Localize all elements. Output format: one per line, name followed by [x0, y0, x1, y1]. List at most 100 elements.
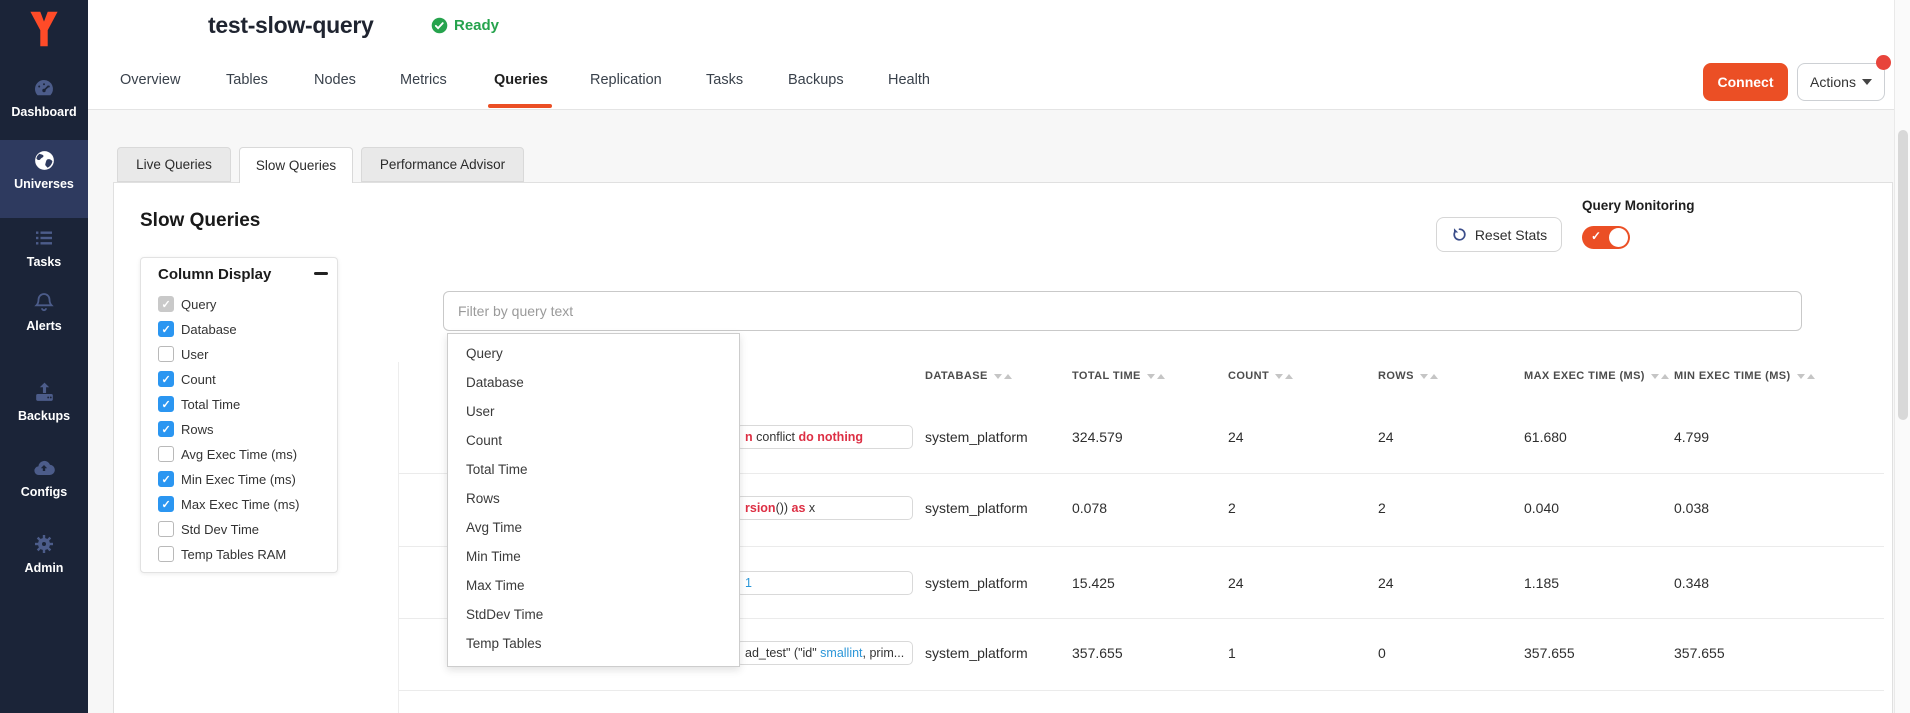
- query-snippet[interactable]: rsion()) as x: [736, 496, 913, 520]
- tab-nodes[interactable]: Nodes: [314, 72, 356, 88]
- column-option-total-time[interactable]: Total Time: [158, 394, 240, 414]
- checkbox-checked[interactable]: [158, 421, 174, 437]
- dropdown-item-user[interactable]: User: [448, 397, 739, 426]
- column-header-total-time[interactable]: TOTAL TIME: [1072, 370, 1165, 382]
- collapse-minus-icon[interactable]: [314, 272, 328, 275]
- cell-database: system_platform: [925, 645, 1028, 661]
- status-badge: Ready: [431, 17, 499, 34]
- column-option-count[interactable]: Count: [158, 369, 216, 389]
- subtab-slow-queries[interactable]: Slow Queries: [239, 147, 353, 183]
- dropdown-item-max-time[interactable]: Max Time: [448, 571, 739, 600]
- column-option-user[interactable]: User: [158, 344, 208, 364]
- column-header-rows[interactable]: ROWS: [1378, 370, 1438, 382]
- cell-database: system_platform: [925, 500, 1028, 516]
- reset-stats-label: Reset Stats: [1475, 227, 1547, 243]
- checkbox-checked[interactable]: [158, 321, 174, 337]
- sidebar-item-admin[interactable]: Admin: [0, 532, 88, 575]
- tab-health[interactable]: Health: [888, 72, 930, 88]
- sidebar-item-alerts[interactable]: Alerts: [0, 290, 88, 333]
- column-option-min-exec-time[interactable]: Min Exec Time (ms): [158, 469, 296, 489]
- row-divider: [399, 690, 1884, 691]
- checkbox-unchecked[interactable]: [158, 346, 174, 362]
- tab-tasks[interactable]: Tasks: [706, 72, 743, 88]
- sidebar-item-label: Tasks: [0, 255, 88, 269]
- checkbox-checked[interactable]: [158, 496, 174, 512]
- sql-keyword: rsion: [745, 501, 776, 515]
- checkbox-checked[interactable]: [158, 371, 174, 387]
- dropdown-item-avg-time[interactable]: Avg Time: [448, 513, 739, 542]
- column-header-count[interactable]: COUNT: [1228, 370, 1293, 382]
- actions-notification-dot: [1876, 55, 1891, 70]
- scrollbar-thumb[interactable]: [1898, 130, 1908, 420]
- dropdown-item-min-time[interactable]: Min Time: [448, 542, 739, 571]
- column-header-min-exec-time[interactable]: MIN EXEC TIME (MS): [1674, 370, 1815, 382]
- cell-database: system_platform: [925, 575, 1028, 591]
- sidebar-item-label: Configs: [0, 485, 88, 499]
- column-option-temp-tables-ram[interactable]: Temp Tables RAM: [158, 544, 286, 564]
- query-snippet[interactable]: ad_test" ("id" smallint, prim...: [736, 641, 913, 665]
- checkbox-checked[interactable]: [158, 471, 174, 487]
- column-option-avg-exec-time[interactable]: Avg Exec Time (ms): [158, 444, 297, 464]
- tab-replication[interactable]: Replication: [590, 72, 662, 88]
- cell-max-exec: 357.655: [1524, 645, 1575, 661]
- cell-rows: 24: [1378, 575, 1394, 591]
- column-option-std-dev-time[interactable]: Std Dev Time: [158, 519, 259, 539]
- column-option-max-exec-time[interactable]: Max Exec Time (ms): [158, 494, 299, 514]
- subtab-live-queries[interactable]: Live Queries: [117, 147, 231, 182]
- sql-keyword: do nothing: [799, 430, 864, 444]
- query-monitoring-label: Query Monitoring: [1582, 198, 1695, 213]
- column-header-database[interactable]: DATABASE: [925, 370, 1012, 382]
- cell-database: system_platform: [925, 429, 1028, 445]
- checkbox-checked[interactable]: [158, 396, 174, 412]
- checkbox-checked-disabled[interactable]: [158, 296, 174, 312]
- query-monitoring-toggle[interactable]: [1582, 226, 1630, 249]
- column-header-max-exec-time[interactable]: MAX EXEC TIME (MS): [1524, 370, 1669, 382]
- toggle-knob: [1609, 228, 1628, 247]
- sidebar-item-universes[interactable]: Universes: [0, 148, 88, 191]
- tab-backups[interactable]: Backups: [788, 72, 844, 88]
- tab-metrics[interactable]: Metrics: [400, 72, 447, 88]
- sql-type: smallint: [820, 646, 862, 660]
- tab-queries[interactable]: Queries: [494, 72, 548, 88]
- actions-button[interactable]: Actions: [1797, 63, 1885, 101]
- cell-count: 1: [1228, 645, 1236, 661]
- column-option-query[interactable]: Query: [158, 294, 216, 314]
- cell-min-exec: 357.655: [1674, 645, 1725, 661]
- dropdown-item-count[interactable]: Count: [448, 426, 739, 455]
- sidebar-item-dashboard[interactable]: Dashboard: [0, 76, 88, 119]
- dropdown-item-temp-tables[interactable]: Temp Tables: [448, 629, 739, 658]
- dropdown-item-stddev-time[interactable]: StdDev Time: [448, 600, 739, 629]
- page-title: Slow Queries: [140, 210, 260, 232]
- tab-overview[interactable]: Overview: [120, 72, 180, 88]
- query-snippet[interactable]: 1: [736, 571, 913, 595]
- yugabyte-logo-icon[interactable]: [24, 8, 64, 50]
- dropdown-item-rows[interactable]: Rows: [448, 484, 739, 513]
- dropdown-item-total-time[interactable]: Total Time: [448, 455, 739, 484]
- column-option-database[interactable]: Database: [158, 319, 237, 339]
- subtab-performance-advisor[interactable]: Performance Advisor: [361, 147, 524, 182]
- query-snippet[interactable]: n conflict do nothing: [736, 425, 913, 449]
- query-filter-input[interactable]: [443, 291, 1802, 331]
- sort-icons: [1147, 370, 1165, 382]
- connect-button[interactable]: Connect: [1703, 63, 1788, 101]
- column-option-rows[interactable]: Rows: [158, 419, 214, 439]
- sidebar-item-backups[interactable]: Backups: [0, 380, 88, 423]
- checkbox-unchecked[interactable]: [158, 546, 174, 562]
- checkbox-unchecked[interactable]: [158, 446, 174, 462]
- sidebar-item-tasks[interactable]: Tasks: [0, 226, 88, 269]
- check-circle-icon: [431, 17, 448, 34]
- dropdown-item-query[interactable]: Query: [448, 339, 739, 368]
- header-label: MIN EXEC TIME (MS): [1674, 370, 1791, 382]
- column-picker-dropdown: Query Database User Count Total Time Row…: [447, 333, 740, 667]
- dropdown-item-database[interactable]: Database: [448, 368, 739, 397]
- sort-icons: [994, 370, 1012, 382]
- cloud-upload-icon: [0, 456, 88, 480]
- checkbox-unchecked[interactable]: [158, 521, 174, 537]
- sql-text: conflict: [753, 430, 799, 444]
- tab-tables[interactable]: Tables: [226, 72, 268, 88]
- scrollbar-track[interactable]: [1894, 0, 1910, 713]
- sidebar-item-configs[interactable]: Configs: [0, 456, 88, 499]
- actions-caret-icon: [1862, 79, 1872, 85]
- reset-stats-button[interactable]: Reset Stats: [1436, 217, 1562, 252]
- sidebar-item-label: Admin: [0, 561, 88, 575]
